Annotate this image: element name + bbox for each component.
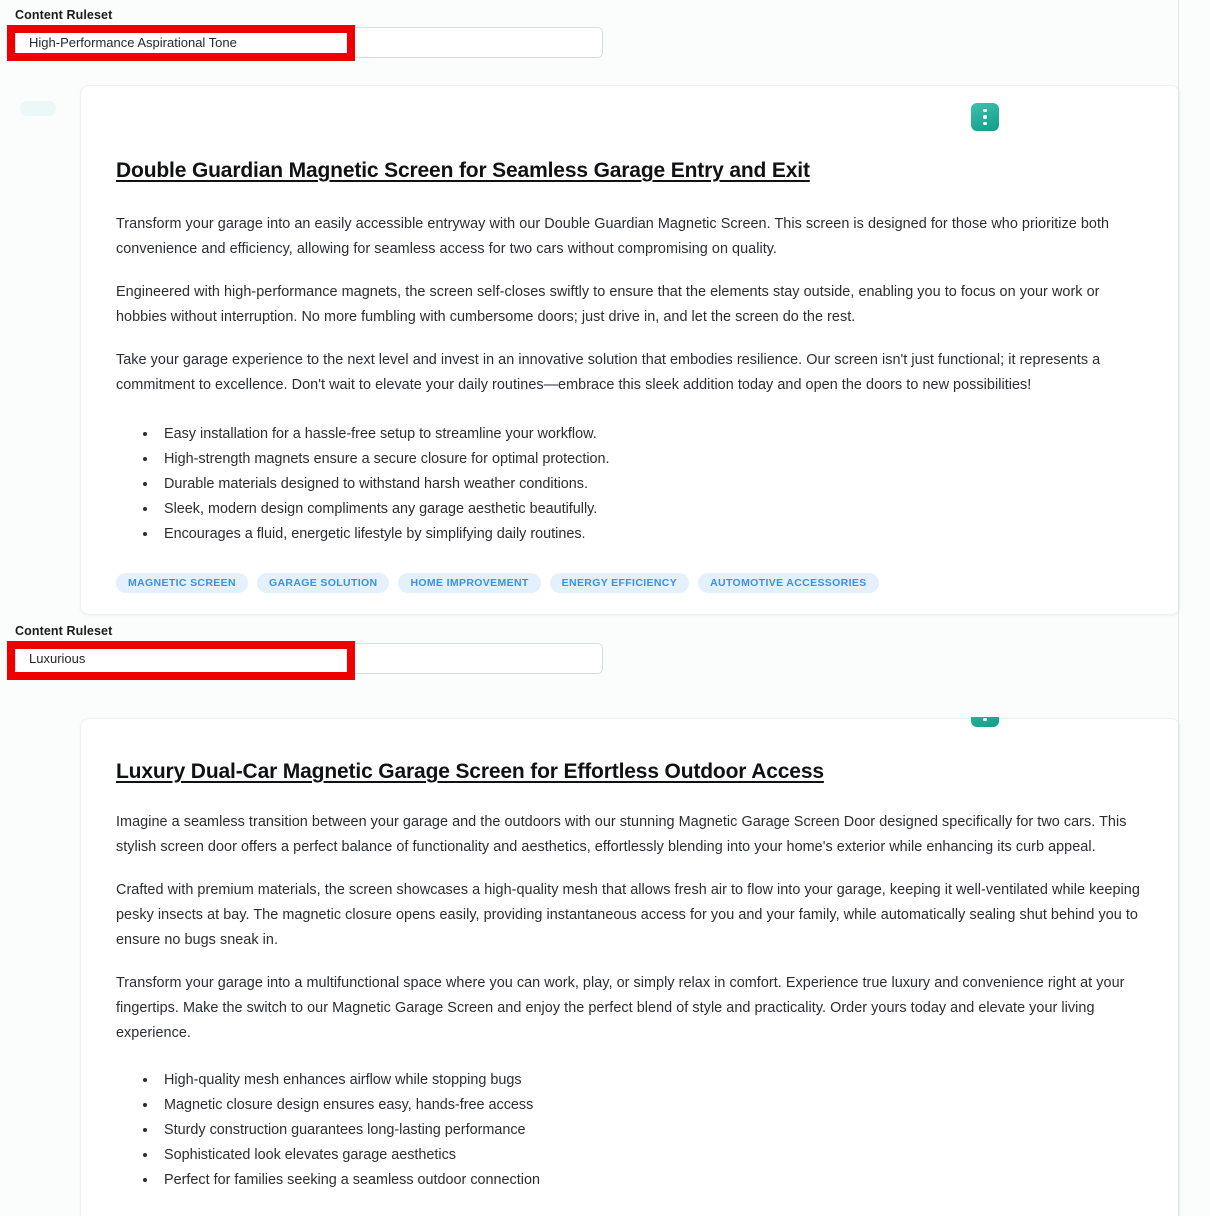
card-bullet-list-1: Easy installation for a hassle-free setu…: [116, 422, 1144, 547]
keyword-tag[interactable]: GARAGE SOLUTION: [256, 573, 390, 593]
generated-content-card-1: Double Guardian Magnetic Screen for Seam…: [80, 85, 1180, 615]
list-item: Easy installation for a hassle-free setu…: [158, 422, 1144, 447]
ruleset-input-wrap-2: [15, 643, 603, 674]
card-paragraph: Imagine a seamless transition between yo…: [116, 814, 1127, 855]
generated-content-card-2: Luxury Dual-Car Magnetic Garage Screen f…: [80, 718, 1180, 1216]
list-item: Magnetic closure design ensures easy, ha…: [158, 1093, 1144, 1118]
card-tag-row-1: MAGNETIC SCREEN GARAGE SOLUTION HOME IMP…: [116, 573, 1144, 593]
kebab-menu-icon: [971, 717, 999, 727]
page-root: Content Ruleset Double Guardian Magnetic…: [0, 0, 1210, 1216]
card-title-2: Luxury Dual-Car Magnetic Garage Screen f…: [116, 760, 824, 783]
keyword-tag[interactable]: ENERGY EFFICIENCY: [549, 573, 690, 593]
card-menu-button-1[interactable]: [971, 103, 999, 131]
list-item: Sophisticated look elevates garage aesth…: [158, 1143, 1144, 1168]
card-paragraph: Transform your garage into a multifuncti…: [116, 975, 1125, 1041]
kebab-dot: [983, 717, 987, 722]
card-body-1: Double Guardian Magnetic Screen for Seam…: [81, 158, 1179, 593]
vertical-scrollbar[interactable]: [1178, 0, 1179, 1216]
ruleset-input-wrap-1: [15, 27, 603, 58]
keyword-tag[interactable]: MAGNETIC SCREEN: [116, 573, 248, 593]
ruleset-block-2: Content Ruleset: [0, 624, 640, 674]
list-item: Sturdy construction guarantees long-last…: [158, 1118, 1144, 1143]
edge-pill-indicator-1: [20, 101, 56, 116]
kebab-dot: [983, 121, 987, 126]
ruleset-label-1: Content Ruleset: [15, 8, 113, 22]
card-paragraph: Crafted with premium materials, the scre…: [116, 882, 1140, 948]
card-menu-button-2[interactable]: [971, 717, 999, 727]
card-title-1: Double Guardian Magnetic Screen for Seam…: [116, 159, 810, 182]
ruleset-label-2: Content Ruleset: [15, 624, 113, 638]
card-bullet-list-2: High-quality mesh enhances airflow while…: [116, 1068, 1144, 1193]
kebab-dot: [983, 115, 987, 119]
list-item: Perfect for families seeking a seamless …: [158, 1168, 1144, 1193]
list-item: High-strength magnets ensure a secure cl…: [158, 447, 1144, 472]
ruleset-input-2[interactable]: [15, 643, 603, 674]
list-item: Sleek, modern design compliments any gar…: [158, 497, 1144, 522]
card-paragraph: Engineered with high-performance magnets…: [116, 284, 1100, 325]
ruleset-input-1[interactable]: [15, 27, 603, 58]
card-paragraph: Take your garage experience to the next …: [116, 352, 1101, 393]
card-body-2: Luxury Dual-Car Magnetic Garage Screen f…: [81, 759, 1179, 1193]
keyword-tag[interactable]: AUTOMOTIVE ACCESSORIES: [698, 573, 879, 593]
keyword-tag[interactable]: HOME IMPROVEMENT: [398, 573, 541, 593]
ruleset-block-1: Content Ruleset: [0, 8, 640, 58]
card-paragraph: Transform your garage into an easily acc…: [116, 216, 1110, 257]
kebab-dot: [983, 108, 987, 113]
list-item: High-quality mesh enhances airflow while…: [158, 1068, 1144, 1093]
list-item: Encourages a fluid, energetic lifestyle …: [158, 522, 1144, 547]
list-item: Durable materials designed to withstand …: [158, 472, 1144, 497]
